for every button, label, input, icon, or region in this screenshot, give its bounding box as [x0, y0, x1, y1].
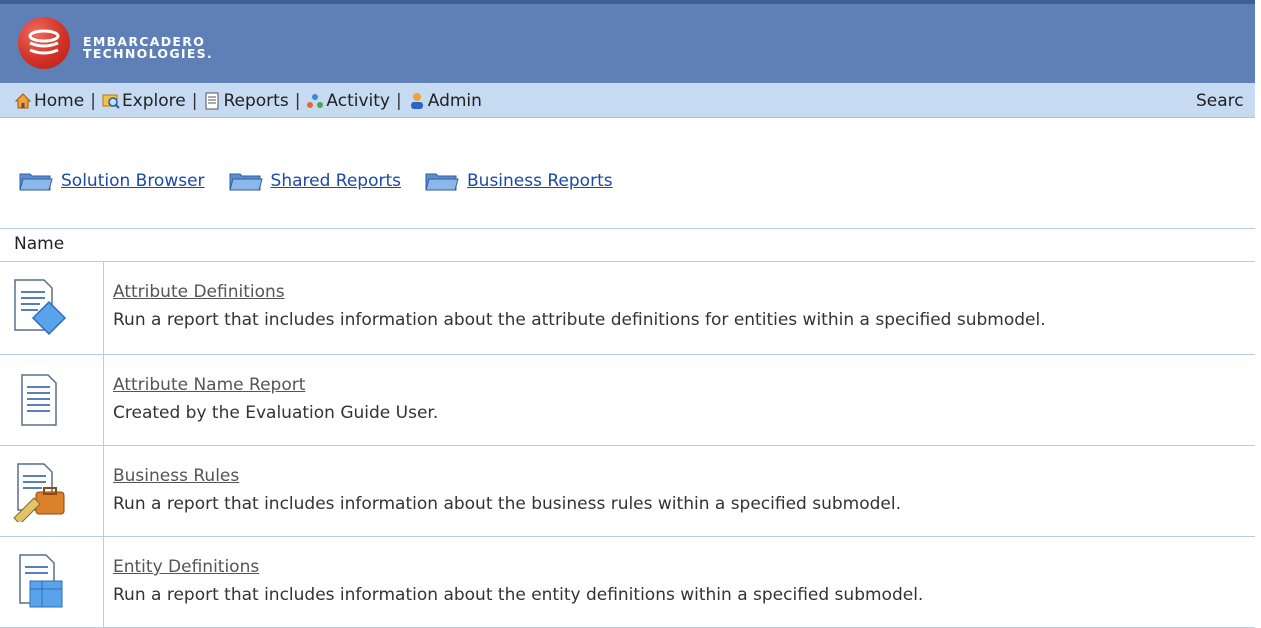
report-link-attribute-name-report[interactable]: Attribute Name Report [113, 375, 305, 395]
nav-separator: | [191, 91, 198, 111]
icon-cell [0, 537, 104, 627]
nav-admin-label: Admin [427, 91, 482, 111]
table-row: Attribute Name Report Created by the Eva… [0, 355, 1255, 446]
reports-table: Name Attribute Definitions Run a report … [0, 228, 1255, 628]
nav-separator: | [294, 91, 301, 111]
app-header: EMBARCADERO TECHNOLOGIES. [0, 0, 1255, 83]
embarcadero-logo-icon [18, 17, 70, 69]
report-diamond-icon [12, 278, 68, 338]
folder-link-label: Shared Reports [270, 171, 402, 191]
reports-icon [203, 92, 221, 110]
nav-home[interactable]: Home [14, 91, 84, 111]
home-icon [14, 92, 32, 110]
report-table-icon [12, 553, 68, 613]
report-link-business-rules[interactable]: Business Rules [113, 466, 239, 486]
icon-cell [0, 446, 104, 536]
nav-reports-label: Reports [223, 91, 289, 111]
nav-bar: Home | Explore | Reports | Activity | Ad… [0, 83, 1255, 118]
nav-explore[interactable]: Explore [102, 91, 186, 111]
folder-link-solution-browser[interactable]: Solution Browser [19, 170, 205, 192]
nav-separator: | [396, 91, 402, 111]
folder-icon [425, 170, 459, 192]
brand-line2: TECHNOLOGIES. [83, 46, 214, 61]
brand-name: EMBARCADERO TECHNOLOGIES. [83, 35, 214, 61]
activity-icon [306, 92, 324, 110]
folder-link-label: Business Reports [467, 171, 613, 191]
icon-cell [0, 262, 104, 354]
folder-breadcrumbs: Solution Browser Shared Reports Business… [19, 170, 637, 192]
folder-link-label: Solution Browser [61, 171, 205, 191]
report-description: Run a report that includes information a… [113, 310, 1046, 330]
document-icon [12, 371, 68, 431]
nav-home-label: Home [34, 91, 85, 111]
nav-reports[interactable]: Reports [203, 91, 289, 111]
icon-cell [0, 355, 104, 445]
report-briefcase-icon [12, 462, 68, 525]
folder-icon [228, 170, 263, 192]
report-link-entity-definitions[interactable]: Entity Definitions [113, 557, 259, 577]
nav-admin[interactable]: Admin [408, 91, 482, 111]
folder-icon [19, 170, 53, 192]
nav-activity-label: Activity [326, 91, 390, 111]
table-header: Name [0, 229, 1255, 262]
explore-icon [102, 92, 120, 110]
report-description: Run a report that includes information a… [113, 494, 901, 514]
admin-icon [408, 92, 426, 110]
folder-link-shared-reports[interactable]: Shared Reports [228, 170, 402, 192]
nav-separator: | [90, 91, 96, 111]
report-description: Created by the Evaluation Guide User. [113, 403, 439, 423]
nav-activity[interactable]: Activity [306, 91, 390, 111]
nav-explore-label: Explore [121, 91, 186, 111]
column-header-name: Name [14, 234, 65, 254]
table-row: Entity Definitions Run a report that inc… [0, 537, 1255, 628]
table-row: Attribute Definitions Run a report that … [0, 262, 1255, 355]
search-label[interactable]: Searc [1196, 91, 1244, 111]
report-link-attribute-definitions[interactable]: Attribute Definitions [113, 282, 285, 302]
report-description: Run a report that includes information a… [113, 585, 924, 605]
folder-link-business-reports[interactable]: Business Reports [425, 170, 613, 192]
table-row: Business Rules Run a report that include… [0, 446, 1255, 537]
